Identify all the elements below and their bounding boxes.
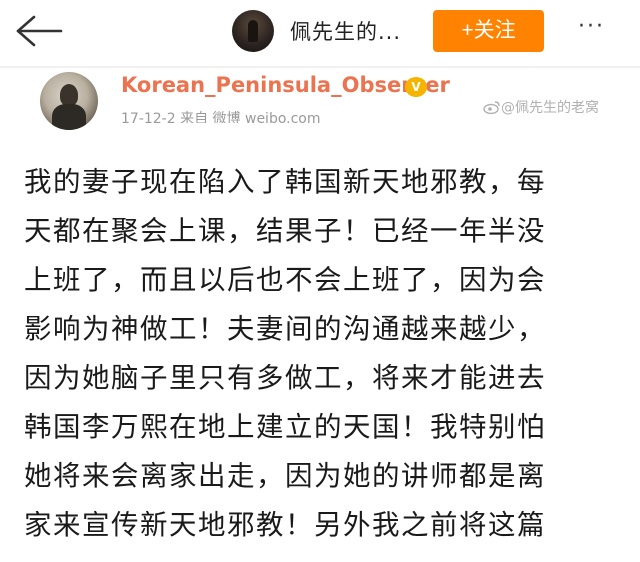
post-text-line: 影响为神做工！夫妻间的沟通越来越少， — [24, 313, 546, 345]
post-author-name[interactable]: Korean_Peninsula_Observer — [121, 73, 450, 97]
post-body: 我的妻子现在陷入了韩国新天地邪教，每 天都在聚会上课，结果子！已经一年半没 上班… — [24, 158, 624, 550]
post-text-line: 天都在聚会上课，结果子！已经一年半没 — [24, 215, 546, 247]
top-navigation-bar: 佩先生的... +关注 ··· — [0, 0, 640, 62]
follow-button[interactable]: +关注 — [433, 10, 544, 52]
watermark-text: @佩先生的老窝 — [501, 100, 599, 116]
post-text-line: 家来宣传新天地邪教！另外我之前将这篇 — [24, 509, 546, 541]
post-text-line: 因为她脑子里只有多做工，将来才能进去 — [24, 362, 546, 394]
profile-avatar[interactable] — [232, 10, 274, 52]
post-text-line: 我的妻子现在陷入了韩国新天地邪教，每 — [24, 166, 546, 198]
post-meta: 17-12-2 来自 微博 weibo.com — [121, 111, 321, 123]
post-text-line: 韩国李万熙在地上建立的天国！我特别怕 — [24, 411, 546, 443]
weibo-logo-icon — [483, 101, 500, 115]
divider — [0, 66, 640, 68]
back-arrow-icon[interactable] — [14, 14, 64, 48]
post-author-avatar[interactable] — [40, 72, 98, 130]
more-options-icon[interactable]: ··· — [578, 14, 605, 39]
profile-name[interactable]: 佩先生的... — [290, 16, 401, 46]
watermark: @佩先生的老窝 — [483, 97, 599, 117]
post-text-line: 她将来会离家出走，因为她的讲师都是离 — [24, 460, 546, 492]
verified-badge-icon: V — [405, 77, 427, 97]
post-text-line: 上班了，而且以后也不会上班了，因为会 — [24, 264, 546, 296]
